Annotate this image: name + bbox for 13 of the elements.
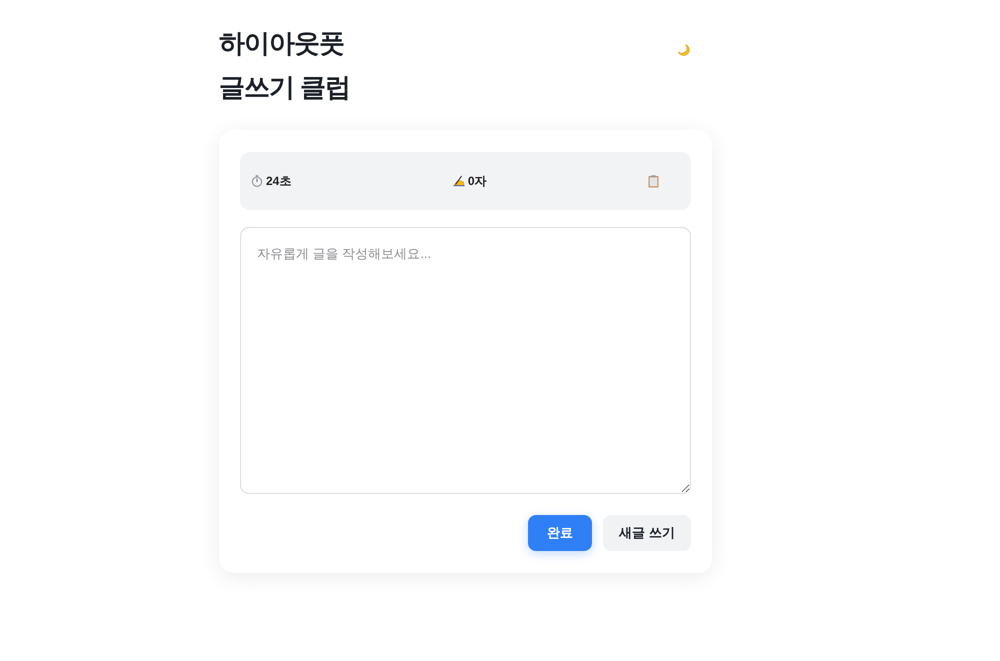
moon-icon xyxy=(678,44,690,56)
character-count: 0자 xyxy=(468,172,487,190)
clipboard-icon xyxy=(648,174,659,188)
copy-button[interactable] xyxy=(648,174,659,188)
page-title: 하이아웃풋 xyxy=(219,27,344,60)
new-post-button[interactable]: 새글 쓰기 xyxy=(603,515,691,551)
theme-toggle-button[interactable] xyxy=(678,44,690,56)
elapsed-time: 24초 xyxy=(266,172,292,190)
complete-button[interactable]: 완료 xyxy=(528,515,592,551)
page-title: 글쓰기 클럽 xyxy=(219,71,350,104)
writing-hand-icon xyxy=(452,175,465,187)
writing-field[interactable]: 자유롭게 글을 작성해보세요... xyxy=(240,227,691,494)
stopwatch-icon xyxy=(251,175,263,187)
